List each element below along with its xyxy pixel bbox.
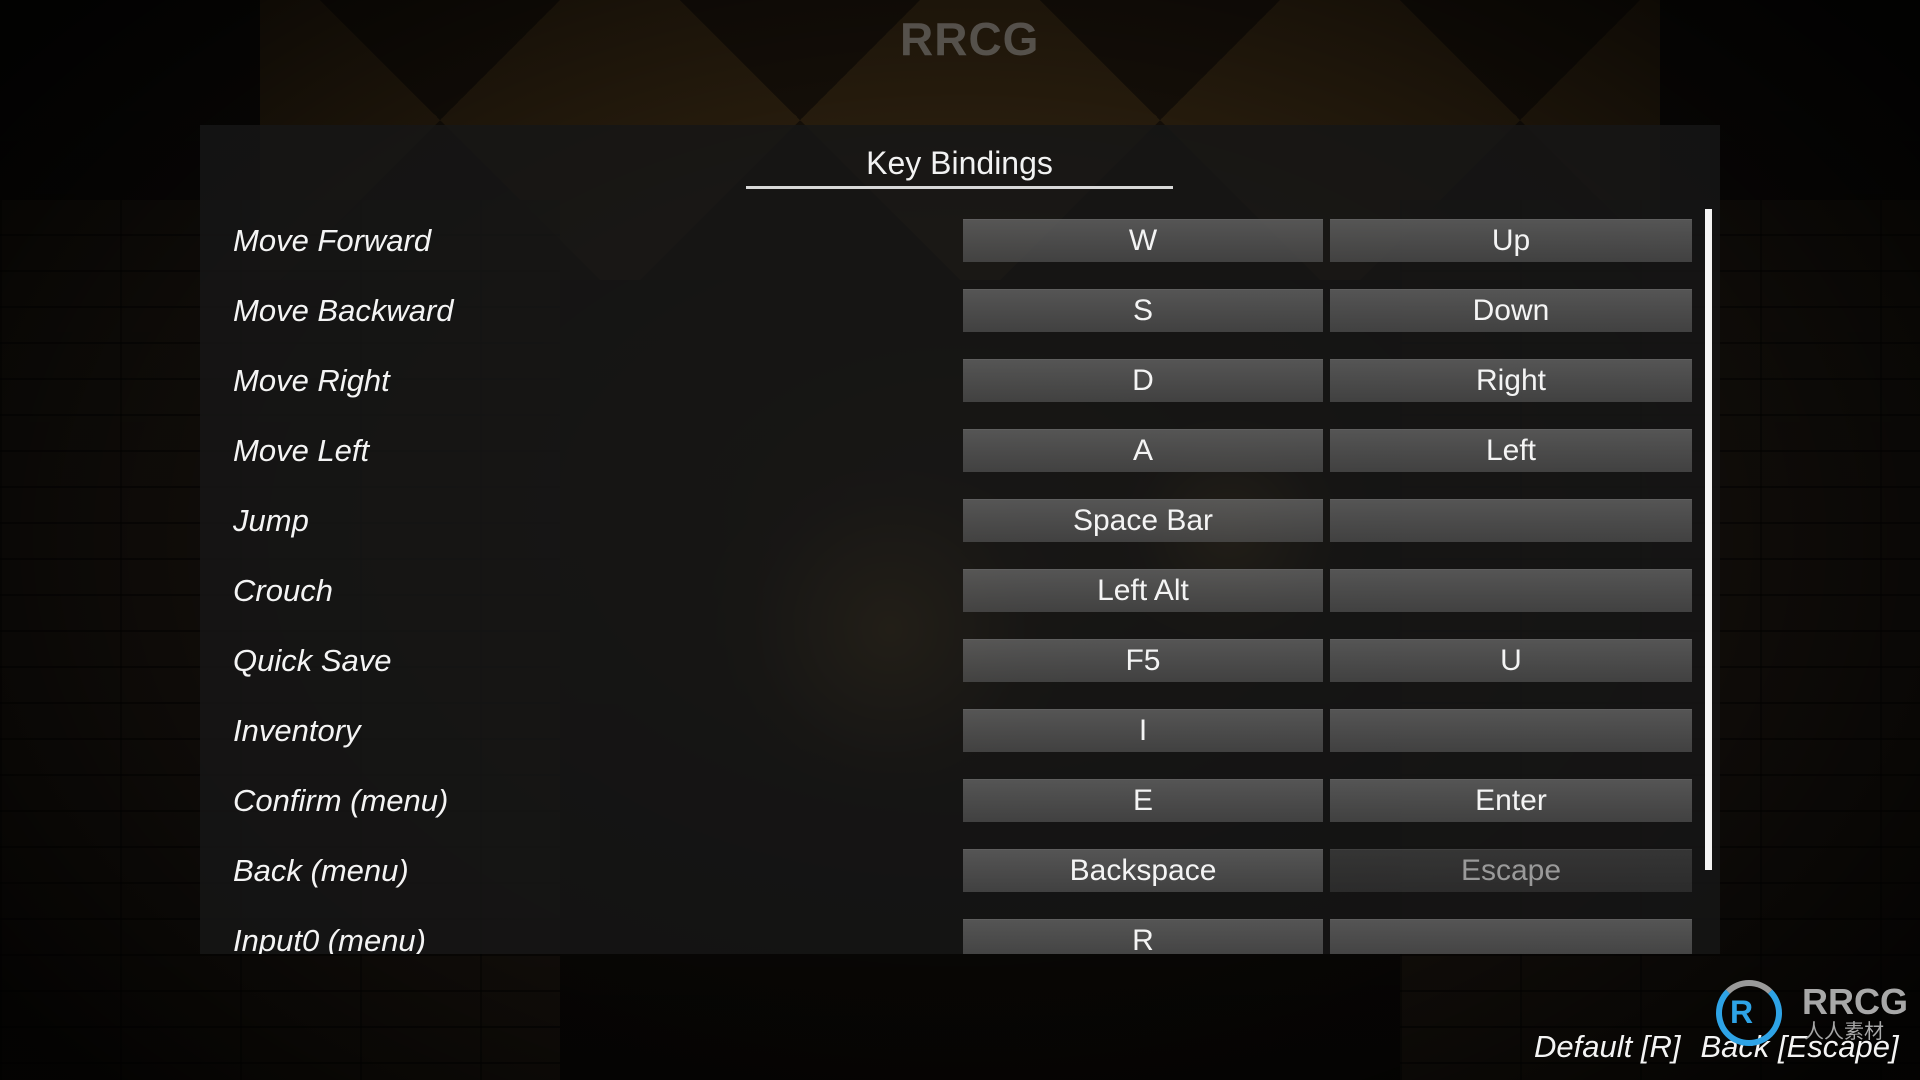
binding-row: Back (menu) Backspace Escape — [200, 849, 1700, 892]
primary-key-button[interactable]: R — [963, 919, 1323, 954]
secondary-key-button-disabled: Escape — [1330, 849, 1692, 892]
binding-row: Input0 (menu) R — [200, 919, 1700, 954]
secondary-key-button[interactable]: Left — [1330, 429, 1692, 472]
action-label: Crouch — [233, 573, 333, 608]
action-label: Move Right — [233, 363, 390, 398]
action-label: Move Forward — [233, 223, 432, 258]
default-hint[interactable]: Default [R] — [1534, 1029, 1680, 1064]
logo-glyph: R — [1730, 994, 1754, 1030]
binding-row: Move Forward W Up — [200, 219, 1700, 262]
binding-row: Move Right D Right — [200, 359, 1700, 402]
secondary-key-button[interactable]: Right — [1330, 359, 1692, 402]
secondary-key-button[interactable] — [1330, 709, 1692, 752]
binding-row: Jump Space Bar — [200, 499, 1700, 542]
scrollbar-thumb[interactable] — [1705, 209, 1712, 870]
binding-row: Inventory I — [200, 709, 1700, 752]
secondary-key-button[interactable]: Up — [1330, 219, 1692, 262]
watermark-top: RRCG — [900, 13, 1040, 65]
secondary-key-button[interactable] — [1330, 499, 1692, 542]
binding-row: Quick Save F5 U — [200, 639, 1700, 682]
primary-key-button[interactable]: A — [963, 429, 1323, 472]
primary-key-button[interactable]: Backspace — [963, 849, 1323, 892]
secondary-key-button[interactable] — [1330, 919, 1692, 954]
action-label: Jump — [233, 503, 309, 538]
primary-key-button[interactable]: Left Alt — [963, 569, 1323, 612]
secondary-key-button[interactable]: Enter — [1330, 779, 1692, 822]
logo-subtitle: 人人素材 — [1804, 1021, 1884, 1043]
binding-row: Move Left A Left — [200, 429, 1700, 472]
panel-title: Key Bindings — [866, 145, 1053, 181]
primary-key-button[interactable]: E — [963, 779, 1323, 822]
action-label: Move Left — [233, 433, 370, 468]
action-label: Quick Save — [233, 643, 392, 678]
scrollbar[interactable] — [1705, 209, 1713, 870]
primary-key-button[interactable]: S — [963, 289, 1323, 332]
secondary-key-button[interactable]: Down — [1330, 289, 1692, 332]
action-label: Confirm (menu) — [233, 783, 449, 818]
action-label: Back (menu) — [233, 853, 409, 888]
primary-key-button[interactable]: Space Bar — [963, 499, 1323, 542]
action-label: Inventory — [233, 713, 361, 748]
watermark-logo: R RRCG 人人素材 — [1716, 980, 1916, 1050]
primary-key-button[interactable]: I — [963, 709, 1323, 752]
binding-row: Move Backward S Down — [200, 289, 1700, 332]
title-underline — [746, 186, 1173, 189]
action-label: Move Backward — [233, 293, 454, 328]
binding-row: Confirm (menu) E Enter — [200, 779, 1700, 822]
primary-key-button[interactable]: D — [963, 359, 1323, 402]
game-screen: RRCG Key Bindings Move Forward W Up Move… — [0, 0, 1920, 1080]
primary-key-button[interactable]: F5 — [963, 639, 1323, 682]
logo-brand: RRCG — [1802, 981, 1908, 1022]
primary-key-button[interactable]: W — [963, 219, 1323, 262]
action-label: Input0 (menu) — [233, 923, 426, 954]
secondary-key-button[interactable] — [1330, 569, 1692, 612]
key-bindings-panel: Key Bindings Move Forward W Up Move Back… — [200, 125, 1720, 954]
binding-row: Crouch Left Alt — [200, 569, 1700, 612]
secondary-key-button[interactable]: U — [1330, 639, 1692, 682]
